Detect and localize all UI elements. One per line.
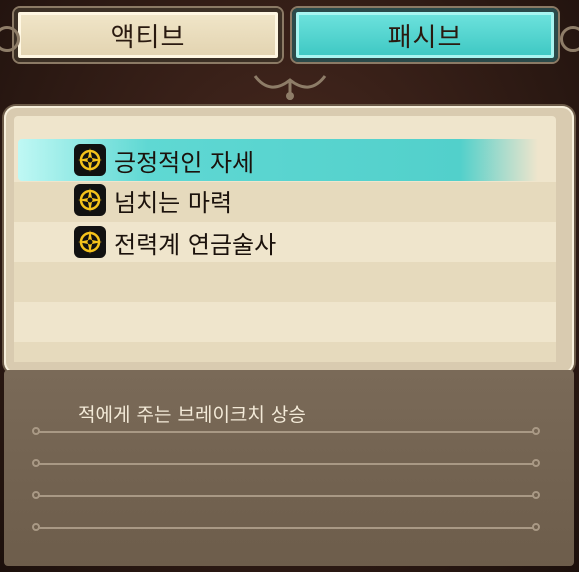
ornament-icon: [253, 75, 327, 100]
tab-passive-skills[interactable]: 패시브: [292, 8, 558, 62]
description-line: [32, 491, 540, 499]
tab-active-skills-label: 액티브: [110, 22, 186, 53]
skill-description-text: 적에게 주는 브레이크치 상승: [78, 404, 306, 426]
skill-label: 넘치는 마력: [114, 188, 233, 217]
skill-item-power-alchemist[interactable]: 전력계 연금술사: [74, 224, 276, 260]
skill-label: 긍정적인 자세: [114, 148, 255, 177]
skill-item-overflowing-mana[interactable]: 넘치는 마력: [74, 182, 232, 218]
skill-label: 전력계 연금술사: [114, 230, 277, 259]
tab-passive-skills-label: 패시브: [387, 22, 463, 53]
list-stripe: [14, 342, 556, 362]
description-line: [32, 427, 540, 435]
skill-item-positive-stance[interactable]: 긍정적인 자세: [74, 142, 254, 178]
description-line: [32, 523, 540, 531]
description-line: [32, 459, 540, 467]
compass-rose-icon: [74, 144, 106, 176]
list-stripe: [14, 262, 556, 302]
compass-rose-icon: [74, 184, 106, 216]
frame-ornament-right: [560, 26, 579, 52]
tab-active-skills[interactable]: 액티브: [14, 8, 282, 62]
compass-rose-icon: [74, 226, 106, 258]
